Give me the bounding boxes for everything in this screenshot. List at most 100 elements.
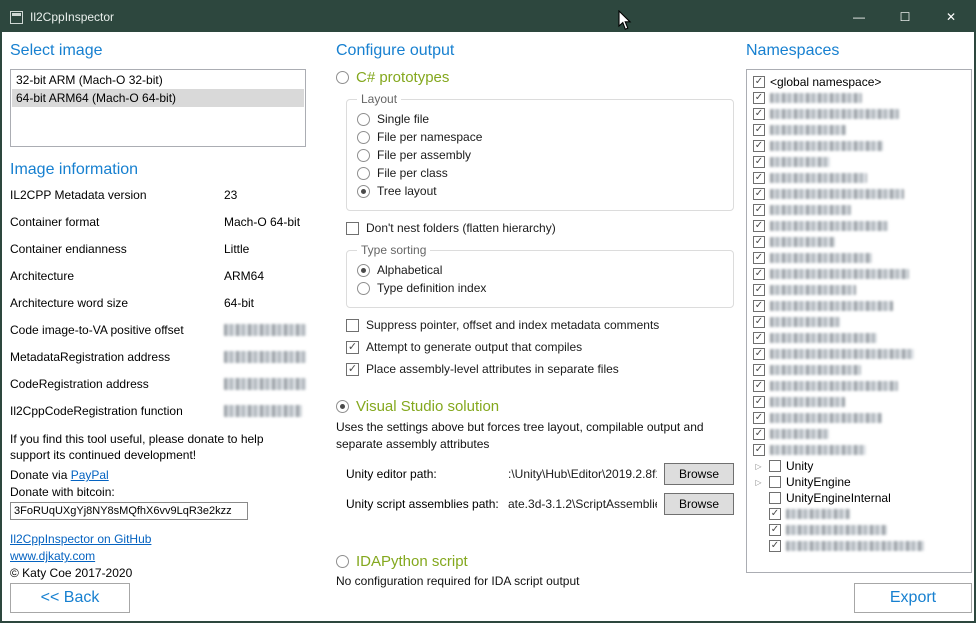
namespace-checkbox[interactable] <box>769 508 781 520</box>
namespace-checkbox[interactable] <box>753 316 765 328</box>
back-button[interactable]: << Back <box>10 583 130 613</box>
close-button[interactable]: ✕ <box>928 2 974 32</box>
paypal-link[interactable]: PayPal <box>71 468 109 482</box>
type-sorting-option[interactable]: Alphabetical <box>357 263 723 277</box>
namespace-item[interactable] <box>749 522 969 538</box>
image-list-item[interactable]: 64-bit ARM64 (Mach-O 64-bit) <box>12 89 304 107</box>
namespace-checkbox[interactable] <box>753 92 765 104</box>
namespace-item[interactable] <box>749 426 969 442</box>
namespace-item[interactable]: ▷Unity <box>749 458 969 474</box>
idapython-section: IDAPython script No configuration requir… <box>336 553 734 588</box>
namespace-checkbox[interactable] <box>769 492 781 504</box>
namespace-checkbox[interactable] <box>753 396 765 408</box>
output-option-checkbox[interactable]: Attempt to generate output that compiles <box>346 340 734 354</box>
namespace-item[interactable] <box>749 234 969 250</box>
namespace-item[interactable] <box>749 266 969 282</box>
namespace-checkbox[interactable] <box>753 412 765 424</box>
namespace-checkbox[interactable] <box>753 364 765 376</box>
csharp-prototypes-radio[interactable]: C# prototypes <box>336 69 734 86</box>
namespace-checkbox[interactable] <box>753 156 765 168</box>
layout-option[interactable]: File per namespace <box>357 130 723 144</box>
namespace-item[interactable] <box>749 330 969 346</box>
namespace-item[interactable]: ▷UnityEngine <box>749 474 969 490</box>
expander-icon[interactable]: ▷ <box>753 478 764 487</box>
namespace-item[interactable] <box>749 186 969 202</box>
namespace-checkbox[interactable] <box>753 300 765 312</box>
idapython-label: IDAPython script <box>356 553 468 570</box>
namespace-item[interactable]: UnityEngineInternal <box>749 490 969 506</box>
layout-option[interactable]: Tree layout <box>357 184 723 198</box>
namespace-checkbox[interactable] <box>753 124 765 136</box>
namespace-item[interactable] <box>749 202 969 218</box>
namespace-checkbox[interactable] <box>753 76 765 88</box>
idapython-radio[interactable]: IDAPython script <box>336 553 734 570</box>
namespace-checkbox[interactable] <box>753 332 765 344</box>
redacted-namespace <box>770 413 882 423</box>
namespace-checkbox[interactable] <box>753 428 765 440</box>
namespace-item[interactable] <box>749 378 969 394</box>
redacted-namespace <box>770 189 904 199</box>
bitcoin-label: Donate with bitcoin: <box>10 485 306 499</box>
namespace-item[interactable] <box>749 106 969 122</box>
type-sorting-option[interactable]: Type definition index <box>357 281 723 295</box>
website-link[interactable]: www.djkaty.com <box>10 549 306 563</box>
window-controls: — ☐ ✕ <box>836 2 974 32</box>
namespace-checkbox[interactable] <box>753 380 765 392</box>
namespace-checkbox[interactable] <box>769 540 781 552</box>
namespace-checkbox[interactable] <box>753 444 765 456</box>
namespace-checkbox[interactable] <box>769 460 781 472</box>
namespace-checkbox[interactable] <box>769 476 781 488</box>
namespace-item[interactable] <box>749 250 969 266</box>
namespace-item[interactable] <box>749 346 969 362</box>
namespace-item[interactable]: <global namespace> <box>749 74 969 90</box>
donate-paypal-line: Donate via PayPal <box>10 468 306 482</box>
output-option-checkbox-label: Attempt to generate output that compiles <box>366 340 582 354</box>
namespace-checkbox[interactable] <box>753 220 765 232</box>
namespace-checkbox[interactable] <box>753 252 765 264</box>
info-row: CodeRegistration address <box>10 377 306 391</box>
namespace-item[interactable] <box>749 170 969 186</box>
namespace-checkbox[interactable] <box>753 284 765 296</box>
maximize-button[interactable]: ☐ <box>882 2 928 32</box>
minimize-button[interactable]: — <box>836 2 882 32</box>
namespace-item[interactable] <box>749 90 969 106</box>
browse-editor-button[interactable]: Browse <box>664 463 734 485</box>
namespace-checkbox[interactable] <box>753 172 765 184</box>
redacted-namespace <box>786 541 924 551</box>
namespace-checkbox[interactable] <box>753 108 765 120</box>
namespace-item[interactable] <box>749 154 969 170</box>
flatten-hierarchy-checkbox[interactable]: Don't nest folders (flatten hierarchy) <box>346 221 734 235</box>
output-option-checkbox[interactable]: Suppress pointer, offset and index metad… <box>346 318 734 332</box>
layout-option[interactable]: File per class <box>357 166 723 180</box>
namespace-item[interactable] <box>749 138 969 154</box>
expander-icon[interactable]: ▷ <box>753 462 764 471</box>
bitcoin-address-input[interactable] <box>10 502 248 520</box>
namespace-checkbox[interactable] <box>753 236 765 248</box>
namespace-item[interactable] <box>749 362 969 378</box>
namespace-item[interactable] <box>749 538 969 554</box>
namespace-checkbox[interactable] <box>753 188 765 200</box>
namespace-checkbox[interactable] <box>753 348 765 360</box>
namespace-item[interactable] <box>749 218 969 234</box>
namespace-item[interactable] <box>749 410 969 426</box>
export-button[interactable]: Export <box>854 583 972 613</box>
namespace-item[interactable] <box>749 506 969 522</box>
visual-studio-radio[interactable]: Visual Studio solution <box>336 398 734 415</box>
namespace-item[interactable] <box>749 442 969 458</box>
layout-option[interactable]: Single file <box>357 112 723 126</box>
namespace-checkbox[interactable] <box>753 204 765 216</box>
namespace-item[interactable] <box>749 282 969 298</box>
namespace-item[interactable] <box>749 394 969 410</box>
layout-option[interactable]: File per assembly <box>357 148 723 162</box>
namespace-item[interactable] <box>749 122 969 138</box>
image-list-item[interactable]: 32-bit ARM (Mach-O 32-bit) <box>12 71 304 89</box>
namespace-item[interactable] <box>749 314 969 330</box>
namespace-checkbox[interactable] <box>753 268 765 280</box>
namespace-checkbox[interactable] <box>769 524 781 536</box>
browse-assemblies-button[interactable]: Browse <box>664 493 734 515</box>
github-link[interactable]: Il2CppInspector on GitHub <box>10 532 306 546</box>
info-value: 64-bit <box>224 296 254 310</box>
output-option-checkbox[interactable]: Place assembly-level attributes in separ… <box>346 362 734 376</box>
namespace-item[interactable] <box>749 298 969 314</box>
namespace-checkbox[interactable] <box>753 140 765 152</box>
